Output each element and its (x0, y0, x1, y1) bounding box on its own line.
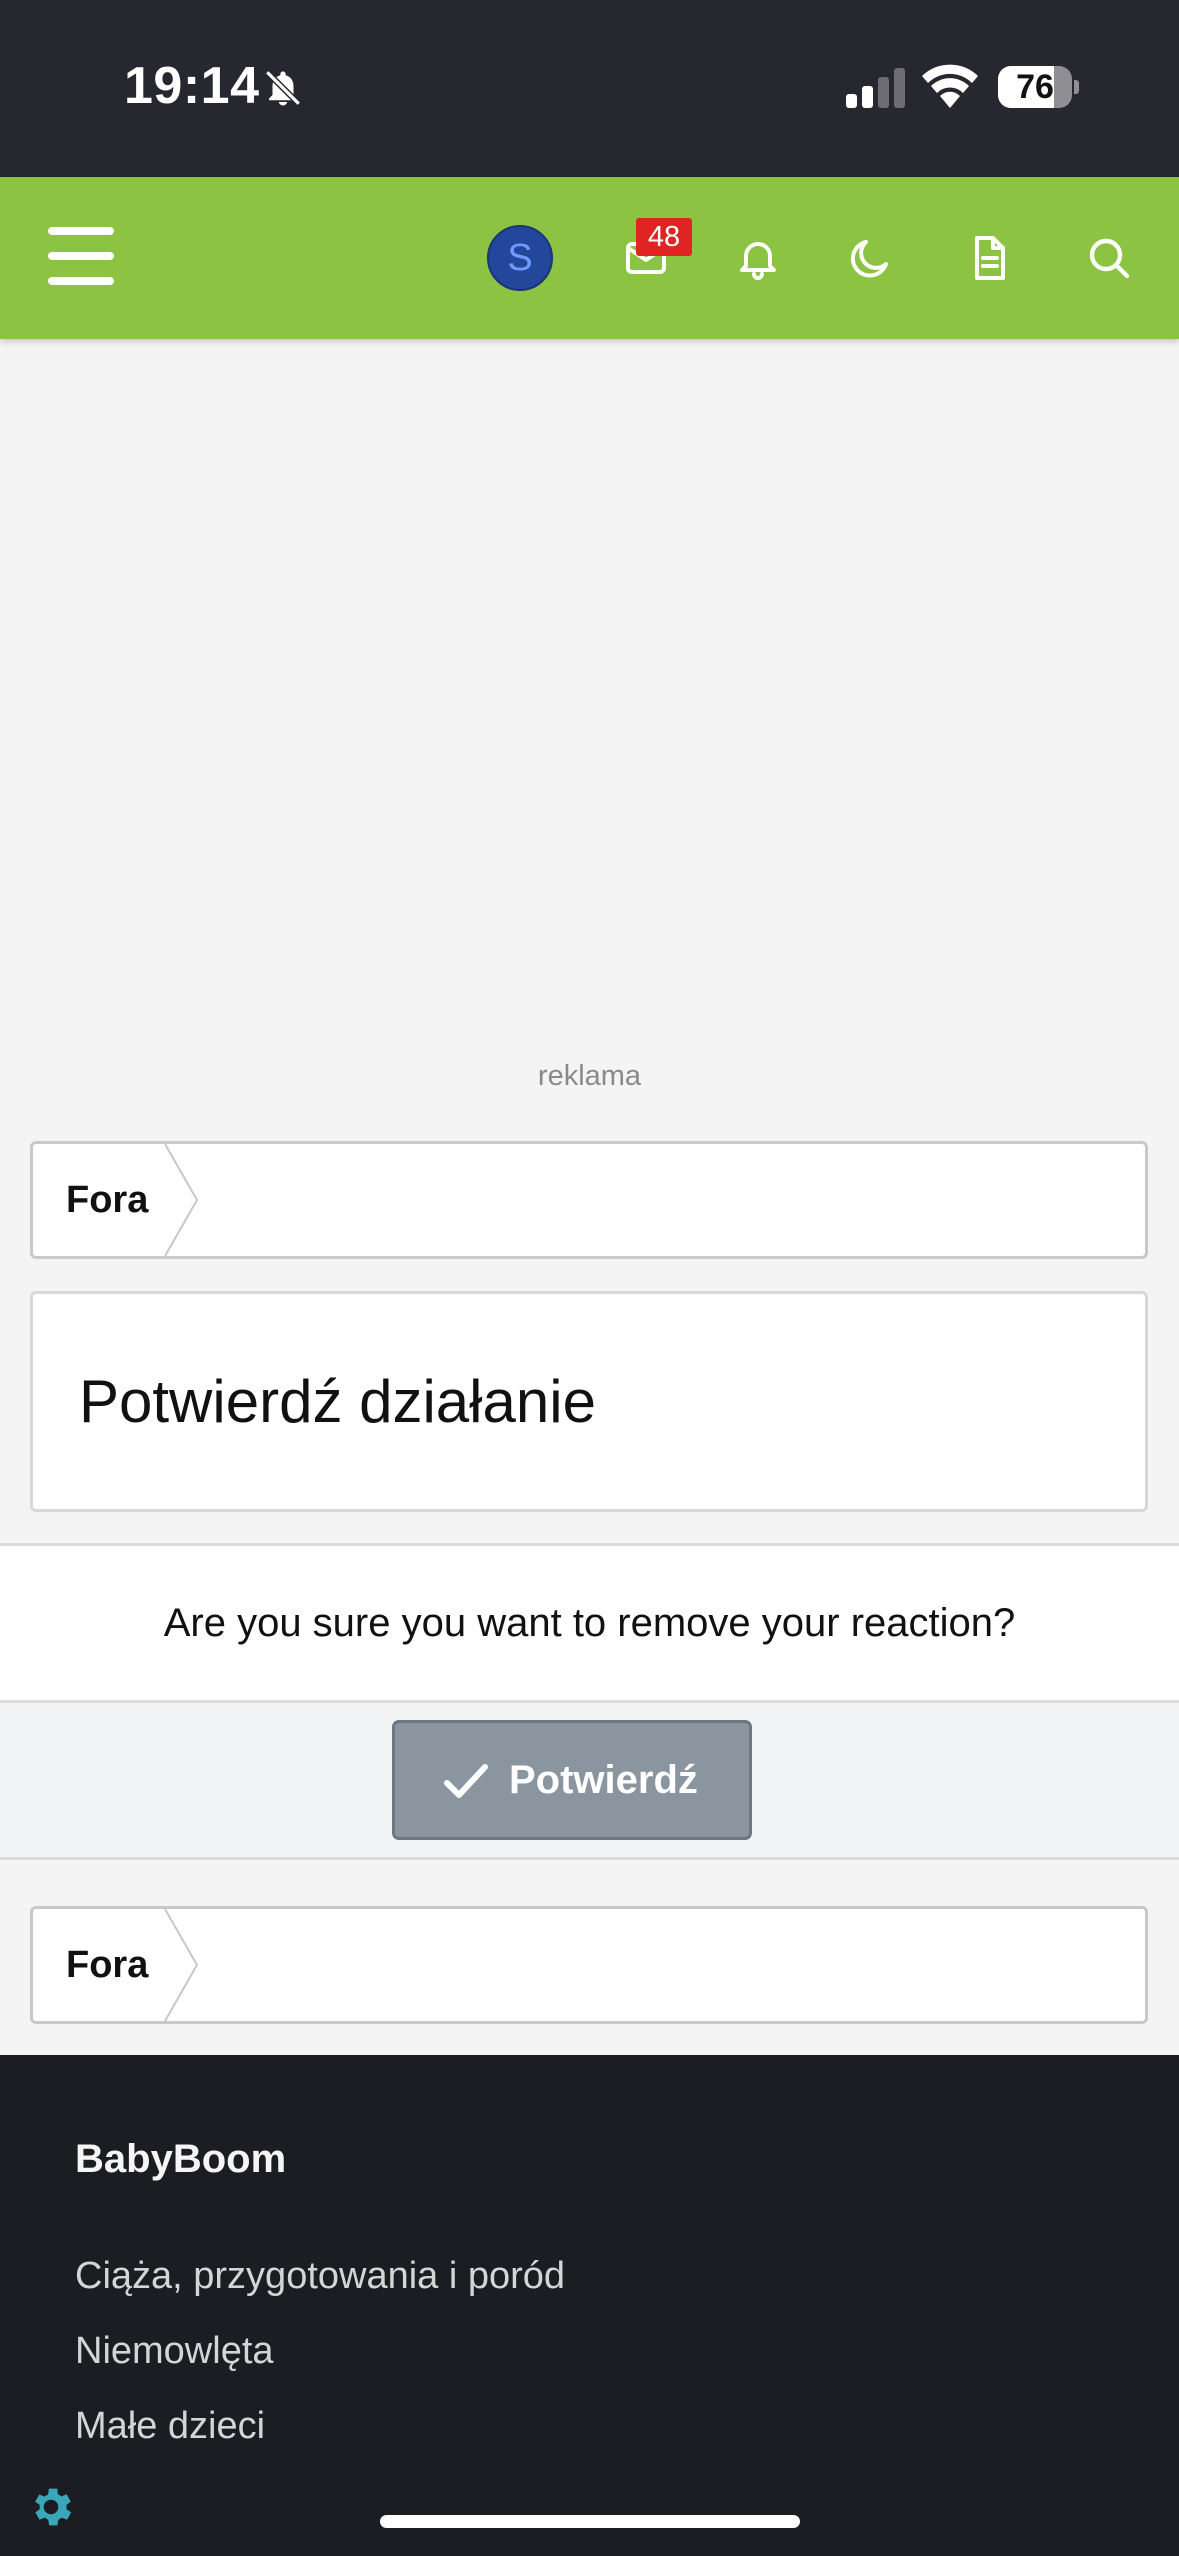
confirm-button-row: Potwierdź (0, 1703, 1179, 1860)
breadcrumb-chevron-icon (164, 1144, 199, 1256)
breadcrumb-label: Fora (66, 1944, 149, 1986)
confirm-button[interactable]: Potwierdź (392, 1720, 752, 1840)
status-time: 19:14 (124, 57, 260, 115)
breadcrumb-item-fora[interactable]: Fora (33, 1144, 201, 1256)
battery-indicator: 76 (998, 66, 1079, 108)
app-header: S 48 (0, 177, 1179, 339)
document-icon[interactable] (965, 234, 1013, 282)
footer-link-infants[interactable]: Niemowlęta (75, 2330, 274, 2373)
avatar[interactable]: S (487, 225, 553, 291)
menu-icon[interactable] (48, 227, 114, 285)
bell-icon[interactable] (734, 234, 782, 282)
breadcrumb-label: Fora (66, 1179, 149, 1221)
footer-link-toddlers[interactable]: Małe dzieci (75, 2405, 265, 2448)
home-indicator[interactable] (380, 2515, 800, 2528)
page-title-block: Potwierdź działanie (30, 1291, 1148, 1512)
confirm-message-row: Are you sure you want to remove your rea… (0, 1543, 1179, 1703)
footer-title: BabyBoom (75, 2137, 287, 2181)
confirm-button-label: Potwierdź (509, 1758, 698, 1802)
messages-badge: 48 (636, 218, 692, 256)
battery-level: 76 (1016, 68, 1054, 106)
ad-label: reklama (537, 1060, 642, 1092)
breadcrumb-bottom: Fora (30, 1906, 1148, 2024)
footer: BabyBoom Ciąża, przygotowania i poród Ni… (0, 2055, 1179, 2556)
status-bar: 19:14 76 (0, 0, 1179, 177)
checkmark-icon (444, 1764, 488, 1798)
wifi-icon (922, 64, 978, 108)
page-title: Potwierdź działanie (79, 1368, 596, 1435)
moon-icon[interactable] (846, 234, 894, 282)
bell-off-icon (265, 70, 301, 106)
confirm-message: Are you sure you want to remove your rea… (163, 1601, 1016, 1645)
footer-link-pregnancy[interactable]: Ciąża, przygotowania i poród (75, 2255, 565, 2298)
breadcrumb-item-fora[interactable]: Fora (33, 1909, 201, 2021)
breadcrumb: Fora (30, 1141, 1148, 1259)
cellular-signal-icon (846, 68, 905, 108)
gear-icon[interactable] (26, 2482, 76, 2532)
search-icon[interactable] (1085, 234, 1133, 282)
breadcrumb-chevron-icon (164, 1909, 199, 2021)
